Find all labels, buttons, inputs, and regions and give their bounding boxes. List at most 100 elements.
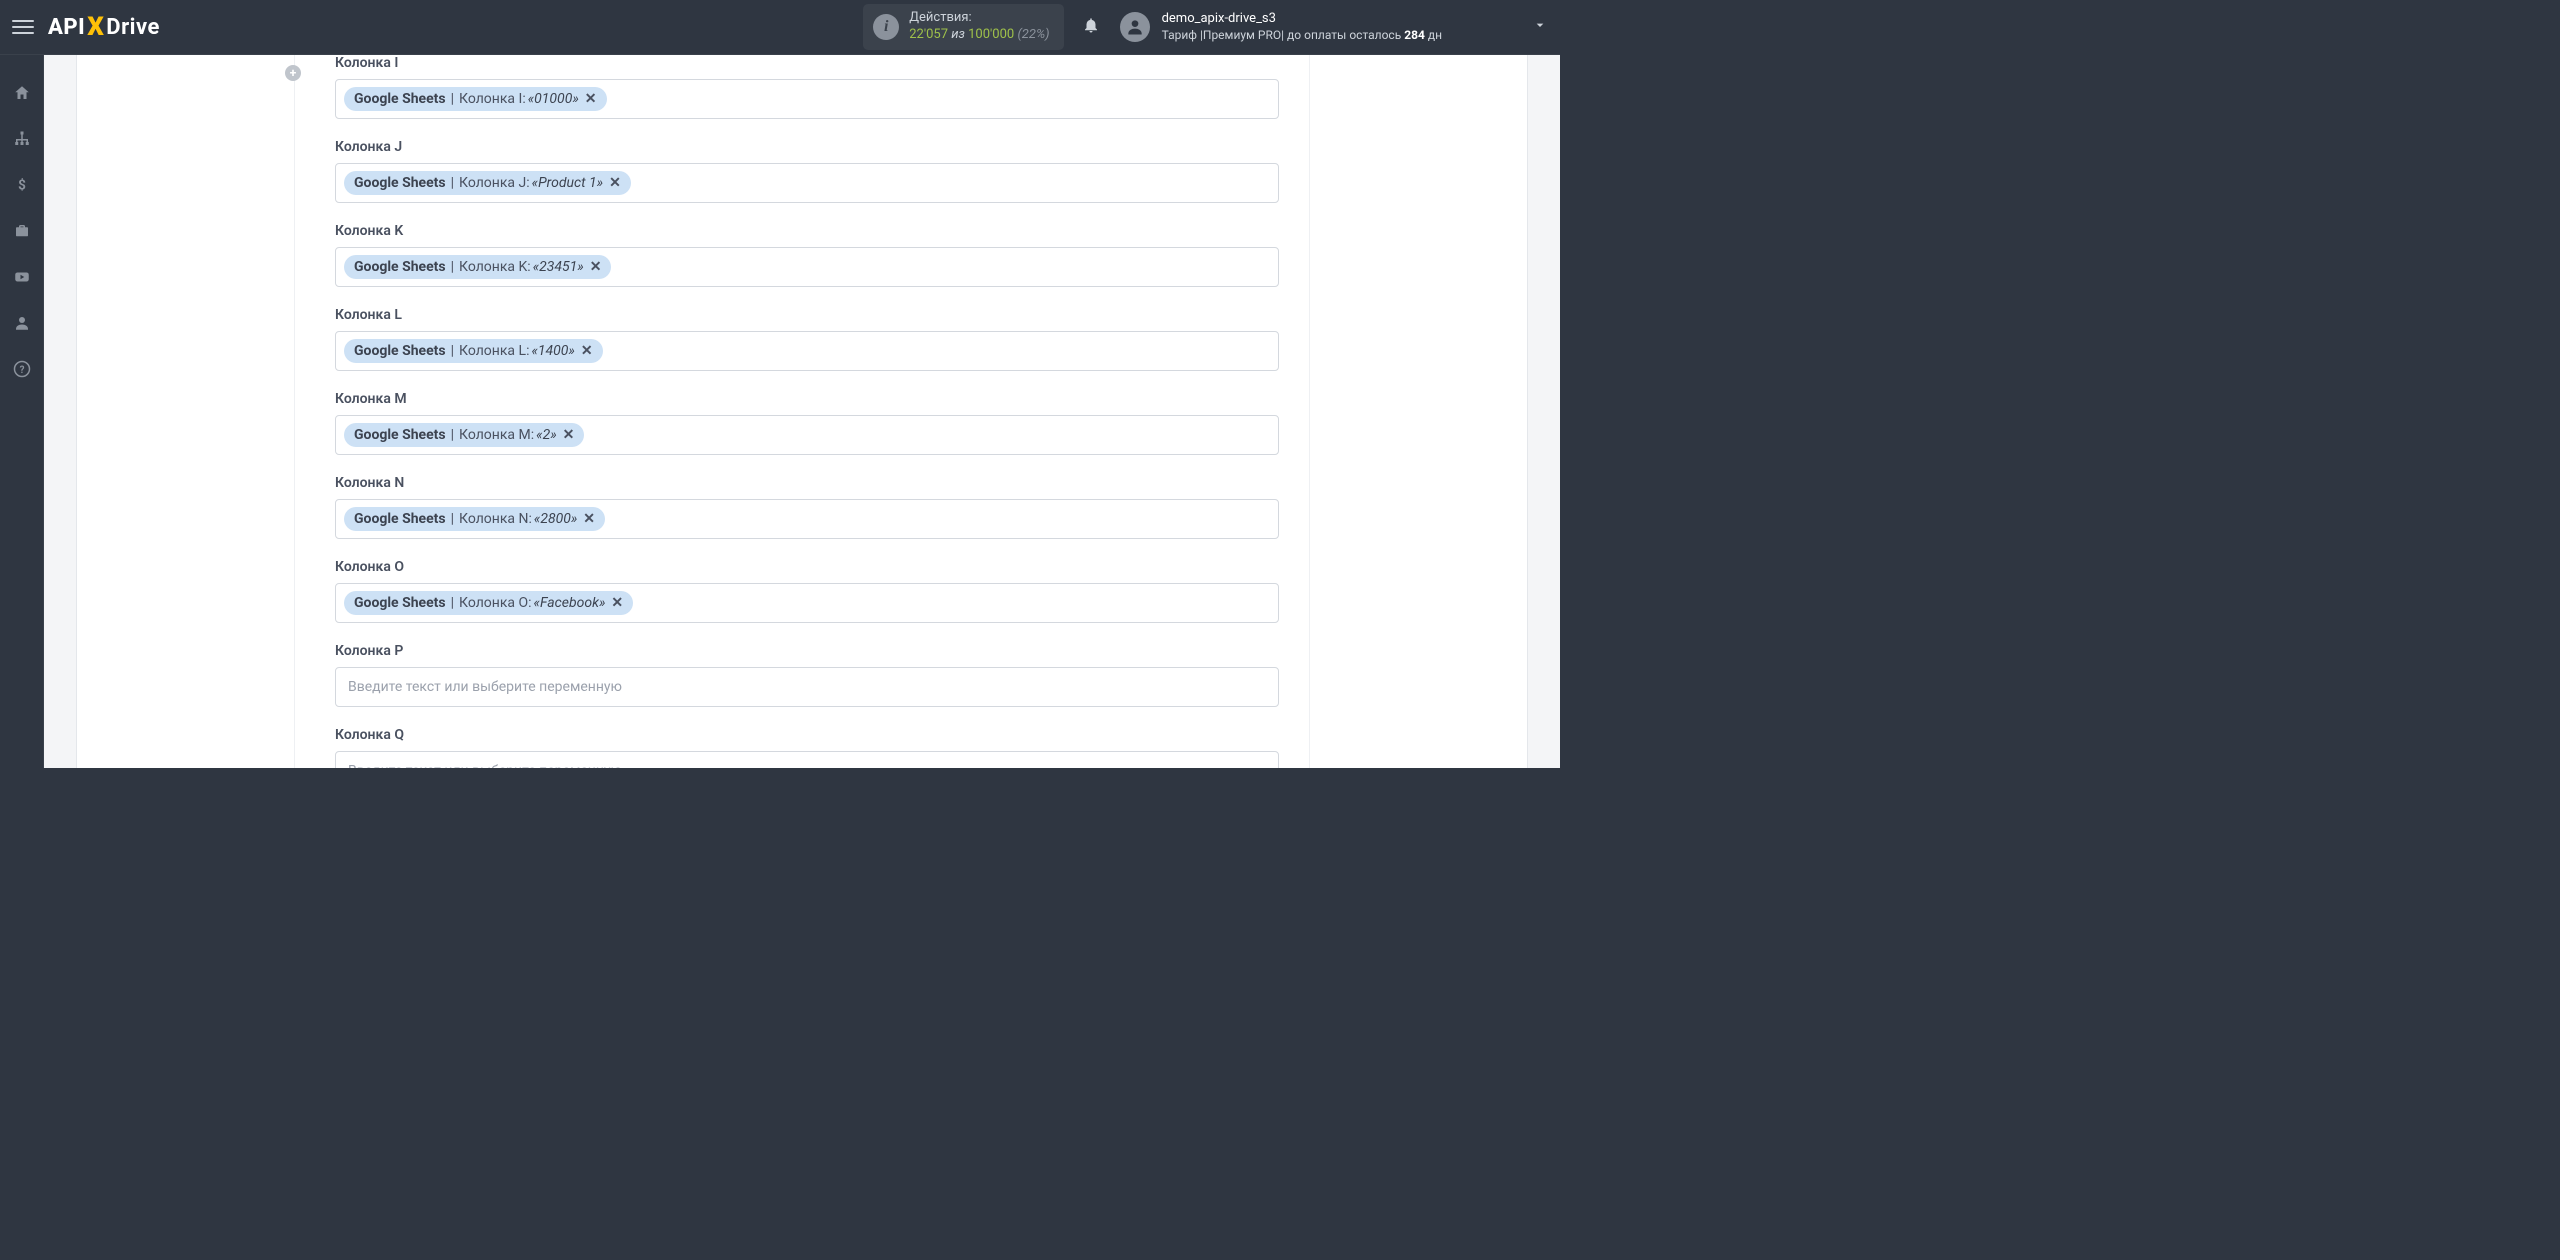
chip-column: Колонка K: [459, 259, 531, 275]
field-block: Колонка Q Введите текст или выберите пере… [335, 727, 1279, 768]
main-area: + Колонка I Google Sheets | Колонка I: «0… [44, 55, 1560, 768]
notifications-button[interactable] [1082, 16, 1100, 38]
chip-value: «1400» [531, 343, 574, 359]
nav-rail: $ ? [0, 55, 44, 768]
hamburger-menu-button[interactable] [12, 16, 34, 38]
chip-separator: | [451, 427, 454, 443]
chip-source: Google Sheets [354, 175, 446, 191]
nav-home[interactable] [12, 83, 32, 103]
field-label: Колонка I [335, 55, 1279, 71]
field-input[interactable]: Google Sheets | Колонка O: «Facebook»✕ [335, 583, 1279, 623]
chip-remove-icon[interactable]: ✕ [590, 259, 602, 275]
field-input[interactable]: Google Sheets | Колонка M: «2» ✕ [335, 415, 1279, 455]
chip-source: Google Sheets [354, 511, 446, 527]
mapping-chip: Google Sheets | Колонка I: «01000» ✕ [344, 87, 607, 111]
username: demo_apix-drive_s3 [1162, 11, 1442, 27]
field-label: Колонка J [335, 139, 1279, 155]
chip-column: Колонка J: [459, 175, 530, 191]
chip-remove-icon[interactable]: ✕ [581, 343, 593, 359]
chip-source: Google Sheets [354, 91, 446, 107]
chip-column: Колонка I: [459, 91, 526, 107]
actions-used: 22'057 [909, 27, 948, 42]
chip-column: Колонка L: [459, 343, 529, 359]
card-left-gutter: + [77, 55, 295, 768]
svg-text:?: ? [19, 365, 24, 376]
actions-counter[interactable]: i Действия: 22'057 из 100'000 (22%) [863, 4, 1063, 50]
chip-value: «Product 1» [532, 175, 603, 191]
field-block: Колонка M Google Sheets | Колонка M: «2» ✕ [335, 391, 1279, 455]
chip-column: Колонка O: [459, 595, 532, 611]
nav-connections[interactable] [12, 129, 32, 149]
field-label: Колонка O [335, 559, 1279, 575]
chip-source: Google Sheets [354, 427, 446, 443]
chip-remove-icon[interactable]: ✕ [583, 511, 595, 527]
nav-account[interactable] [12, 313, 32, 333]
nav-video[interactable] [12, 267, 32, 287]
avatar-icon [1120, 12, 1150, 42]
field-block: Колонка NGoogle Sheets | Колонка N: «280… [335, 475, 1279, 539]
field-input[interactable]: Google Sheets | Колонка J: «Product 1» ✕ [335, 163, 1279, 203]
chip-separator: | [451, 175, 454, 191]
mapping-card: + Колонка I Google Sheets | Колонка I: «0… [76, 55, 1528, 768]
actions-label: Действия: [909, 10, 1049, 27]
mapping-chip: Google Sheets | Колонка N: «2800»✕ [344, 507, 605, 531]
chip-value: «2800» [534, 511, 577, 527]
actions-total: 100'000 [968, 27, 1014, 42]
chip-remove-icon[interactable]: ✕ [563, 427, 575, 443]
logo[interactable]: API X Drive [48, 12, 160, 42]
chevron-down-icon[interactable] [1532, 17, 1548, 37]
field-label: Колонка P [335, 643, 1279, 659]
field-input[interactable]: Google Sheets | Колонка N: «2800»✕ [335, 499, 1279, 539]
chip-source: Google Sheets [354, 595, 446, 611]
chip-source: Google Sheets [354, 343, 446, 359]
nav-help[interactable]: ? [12, 359, 32, 379]
actions-of: из [948, 27, 968, 42]
chip-separator: | [451, 91, 454, 107]
field-block: Колонка I Google Sheets | Колонка I: «010… [335, 55, 1279, 119]
field-block: Колонка P Введите текст или выберите пере… [335, 643, 1279, 707]
chip-separator: | [451, 511, 454, 527]
chip-value: «2» [536, 427, 557, 443]
chip-value: «23451» [533, 259, 584, 275]
field-block: Колонка K Google Sheets | Колонка K: «234… [335, 223, 1279, 287]
field-input[interactable]: Google Sheets | Колонка L: «1400» ✕ [335, 331, 1279, 371]
field-label: Колонка Q [335, 727, 1279, 743]
chip-separator: | [451, 259, 454, 275]
field-input[interactable]: Введите текст или выберите переменную [335, 751, 1279, 768]
field-input[interactable]: Google Sheets | Колонка K: «23451» ✕ [335, 247, 1279, 287]
logo-api: API [48, 15, 85, 40]
mapping-chip: Google Sheets | Колонка J: «Product 1» ✕ [344, 171, 631, 195]
mapping-chip: Google Sheets | Колонка O: «Facebook»✕ [344, 591, 633, 615]
mapping-chip: Google Sheets | Колонка L: «1400» ✕ [344, 339, 603, 363]
app-header: API X Drive i Действия: 22'057 из 100'00… [0, 0, 1560, 55]
info-icon: i [873, 14, 899, 40]
field-input[interactable]: Google Sheets | Колонка I: «01000» ✕ [335, 79, 1279, 119]
tariff-line: Тариф |Премиум PRO| до оплаты осталось 2… [1162, 28, 1442, 43]
card-right-gutter [1309, 55, 1527, 768]
nav-billing[interactable]: $ [12, 175, 32, 195]
actions-pct: (22%) [1017, 27, 1049, 42]
field-label: Колонка L [335, 307, 1279, 323]
chip-remove-icon[interactable]: ✕ [585, 91, 597, 107]
field-input[interactable]: Введите текст или выберите переменную [335, 667, 1279, 707]
chip-column: Колонка M: [459, 427, 534, 443]
logo-drive: Drive [106, 15, 160, 40]
chip-separator: | [451, 595, 454, 611]
chip-remove-icon[interactable]: ✕ [611, 595, 623, 611]
form-area: Колонка I Google Sheets | Колонка I: «010… [295, 55, 1309, 768]
add-step-button[interactable]: + [285, 65, 301, 81]
svg-text:$: $ [18, 178, 26, 194]
field-block: Колонка O Google Sheets | Колонка O: «Fac… [335, 559, 1279, 623]
logo-x: X [87, 12, 104, 42]
field-block: Колонка J Google Sheets | Колонка J: «Pro… [335, 139, 1279, 203]
field-label: Колонка M [335, 391, 1279, 407]
user-menu[interactable]: demo_apix-drive_s3 Тариф |Премиум PRO| д… [1120, 11, 1442, 42]
chip-separator: | [451, 343, 454, 359]
nav-briefcase[interactable] [12, 221, 32, 241]
chip-source: Google Sheets [354, 259, 446, 275]
chip-value: «01000» [528, 91, 579, 107]
field-label: Колонка K [335, 223, 1279, 239]
field-label: Колонка N [335, 475, 1279, 491]
chip-remove-icon[interactable]: ✕ [609, 175, 621, 191]
mapping-chip: Google Sheets | Колонка M: «2» ✕ [344, 423, 584, 447]
